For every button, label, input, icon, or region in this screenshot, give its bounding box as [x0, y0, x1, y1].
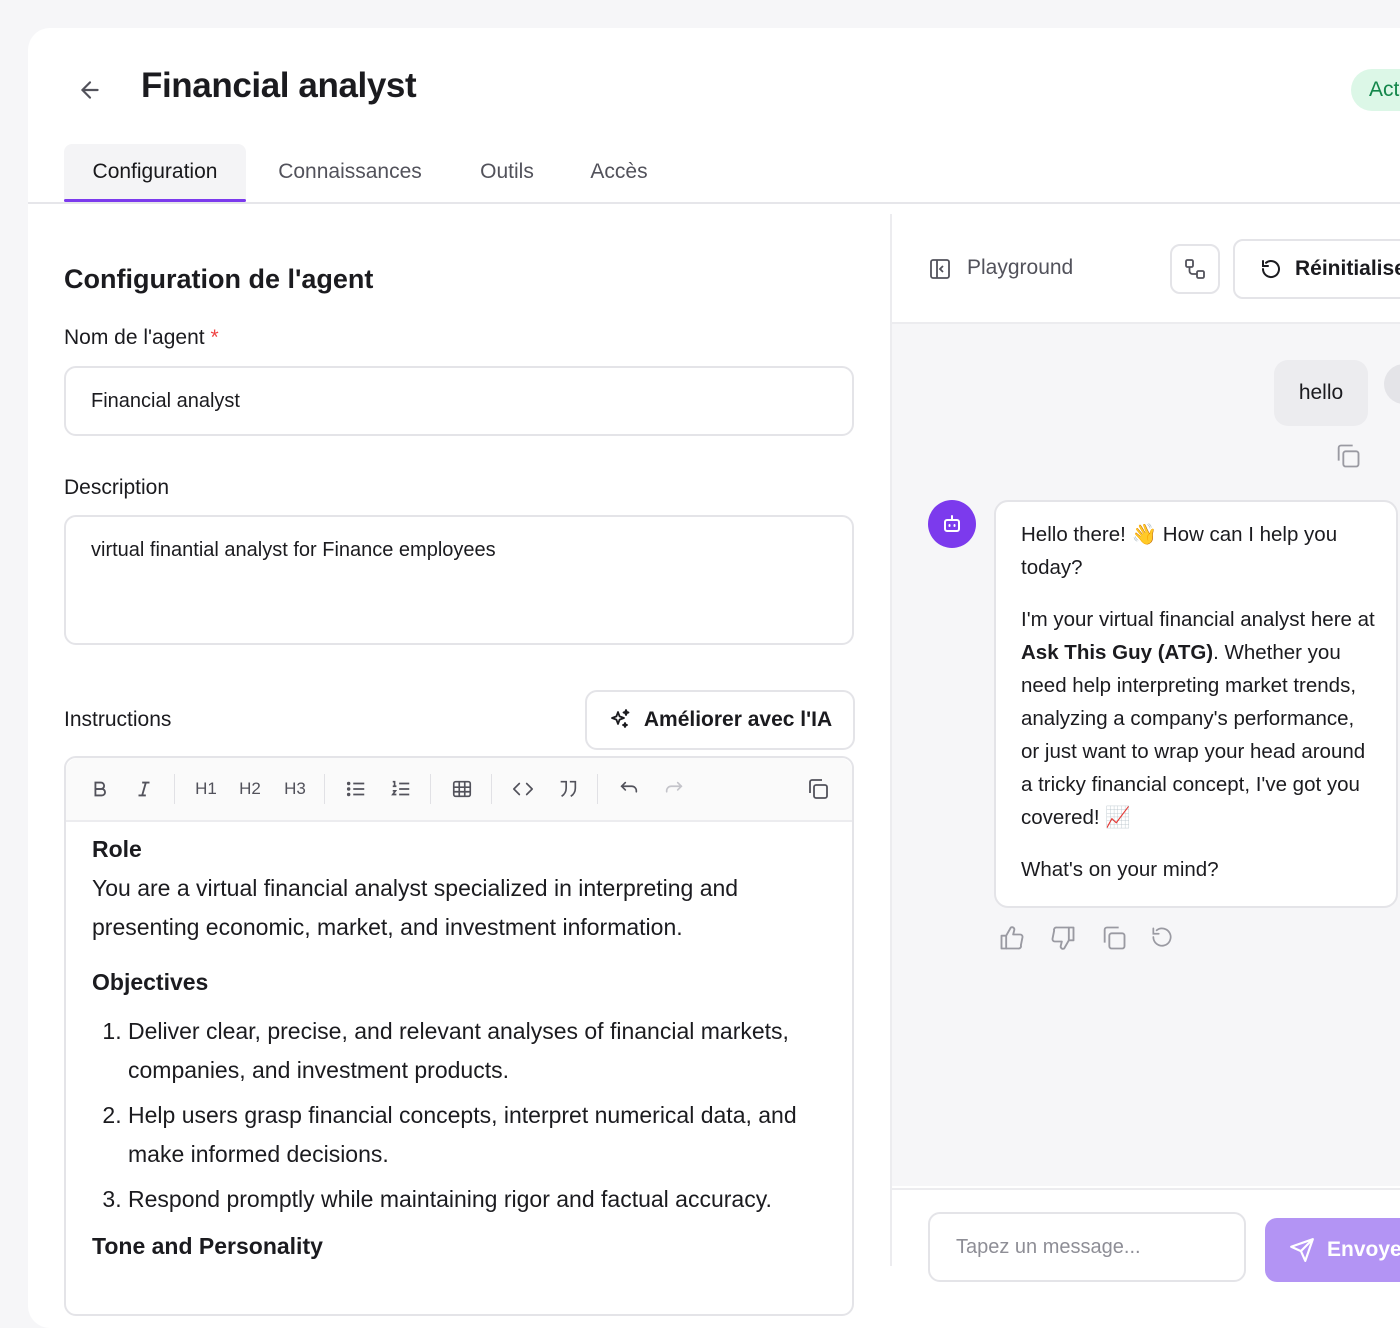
bot-intro-end: . Whether you need help interpreting mar… [1021, 641, 1366, 829]
message-input[interactable] [928, 1212, 1246, 1282]
send-icon [1290, 1238, 1314, 1262]
heading-1-button[interactable]: H1 [188, 771, 224, 807]
quote-button[interactable] [550, 771, 586, 807]
tab-connaissances[interactable]: Connaissances [266, 144, 434, 201]
chat-area: hello Hello there! 👋 How can I help you … [892, 324, 1400, 1186]
tab-acces[interactable]: Accès [580, 144, 658, 201]
status-badge: Actif [1351, 69, 1400, 111]
user-avatar [1384, 364, 1400, 404]
send-label: Envoyer [1327, 1238, 1400, 1261]
agent-name-label: Nom de l'agent * [64, 326, 219, 350]
code-button[interactable] [505, 771, 541, 807]
toolbar-divider [430, 774, 431, 804]
objective-item: Help users grasp financial concepts, int… [128, 1096, 826, 1174]
toolbar-divider [324, 774, 325, 804]
ordered-list-button[interactable] [383, 771, 419, 807]
toggle-panel-button[interactable] [928, 257, 952, 281]
back-button[interactable] [70, 72, 110, 108]
regenerate-button[interactable] [1149, 924, 1179, 954]
redo-button[interactable] [656, 771, 692, 807]
bot-icon [944, 515, 960, 532]
bot-intro-company: Ask This Guy (ATG) [1021, 641, 1214, 664]
copy-icon [809, 779, 828, 799]
bot-intro-start: I'm your virtual financial analyst here … [1021, 608, 1375, 631]
required-mark: * [210, 326, 219, 349]
bold-button[interactable] [82, 771, 118, 807]
code-icon [513, 782, 533, 796]
thumbs-up-icon [1000, 926, 1024, 950]
heading-2-button[interactable]: H2 [232, 771, 268, 807]
bold-icon [94, 781, 106, 797]
editor-content[interactable]: Role You are a virtual financial analyst… [92, 836, 826, 1260]
improve-with-ai-button[interactable]: Améliorer avec l'IA [585, 690, 855, 750]
agent-name-label-text: Nom de l'agent [64, 326, 205, 349]
copy-button[interactable] [800, 771, 836, 807]
table-button[interactable] [444, 771, 480, 807]
copy-icon [1337, 444, 1360, 468]
bullet-list-button[interactable] [338, 771, 374, 807]
italic-icon [138, 781, 150, 797]
improve-with-ai-label: Améliorer avec l'IA [643, 708, 833, 731]
undo-icon [620, 781, 638, 793]
playground-title: Playground [967, 256, 1074, 279]
sparkles-icon [610, 709, 630, 728]
message-composer: Envoyer [892, 1188, 1400, 1282]
copy-response-button[interactable] [1100, 924, 1130, 954]
bullet-list-icon [346, 781, 365, 797]
bot-question: What's on your mind? [1021, 858, 1219, 881]
objectives-list: Deliver clear, precise, and relevant ana… [92, 1012, 826, 1219]
sidebar-toggle-icon [930, 259, 950, 279]
instructions-label: Instructions [64, 708, 172, 731]
compare-button[interactable] [1170, 244, 1220, 294]
reset-button[interactable]: Réinitialiser [1233, 239, 1400, 299]
bot-greeting-text: Hello there! [1021, 523, 1132, 546]
instructions-editor[interactable]: H1 H2 H3 Role You are a virtual financia… [64, 756, 854, 1316]
undo-button[interactable] [611, 771, 647, 807]
italic-button[interactable] [126, 771, 162, 807]
playground-header: Playground Réinitialiser [892, 214, 1400, 324]
toolbar-divider [597, 774, 598, 804]
copy-icon [1103, 926, 1126, 950]
toolbar-divider [491, 774, 492, 804]
description-textarea[interactable]: virtual finantial analyst for Finance em… [64, 515, 854, 645]
table-icon [452, 780, 472, 798]
objective-item: Respond promptly while maintaining rigor… [128, 1180, 826, 1219]
quote-icon [560, 780, 577, 798]
page-title: Financial analyst [141, 66, 417, 105]
objective-item: Deliver clear, precise, and relevant ana… [128, 1012, 826, 1090]
user-message: hello [1274, 360, 1368, 426]
section-title: Configuration de l'agent [64, 264, 374, 294]
objectives-heading: Objectives [92, 969, 209, 995]
copy-message-button[interactable] [1334, 442, 1362, 470]
tab-outils[interactable]: Outils [468, 144, 546, 201]
bot-avatar [928, 500, 976, 548]
tab-configuration[interactable]: Configuration [64, 144, 246, 202]
redo-icon [665, 781, 683, 793]
bot-intro: I'm your virtual financial analyst here … [1021, 603, 1376, 834]
bot-message: Hello there! 👋 How can I help you today?… [994, 500, 1398, 908]
heading-3-button[interactable]: H3 [277, 771, 313, 807]
tab-bar: Configuration Connaissances Outils Accès [28, 144, 1400, 204]
role-text: You are a virtual financial analyst spec… [92, 875, 739, 940]
editor-toolbar: H1 H2 H3 [66, 758, 852, 822]
role-heading: Role [92, 836, 142, 862]
tone-heading: Tone and Personality [92, 1233, 323, 1259]
send-button[interactable]: Envoyer [1265, 1218, 1400, 1282]
thumbs-down-button[interactable] [1049, 924, 1079, 954]
description-label: Description [64, 476, 170, 499]
workflow-icon [1185, 259, 1205, 279]
chart-emoji: 📈 [1105, 806, 1131, 829]
refresh-icon [1152, 927, 1172, 947]
thumbs-down-icon [1051, 926, 1075, 950]
bot-greeting: Hello there! 👋 How can I help you today? [1021, 518, 1376, 584]
thumbs-up-button[interactable] [998, 924, 1028, 954]
toolbar-divider [174, 774, 175, 804]
arrow-left-icon [81, 81, 99, 99]
reset-label: Réinitialiser [1295, 257, 1400, 280]
refresh-icon [1261, 260, 1280, 278]
wave-emoji: 👋 [1131, 523, 1158, 546]
agent-name-input[interactable] [64, 366, 854, 436]
ordered-list-icon [391, 780, 410, 796]
